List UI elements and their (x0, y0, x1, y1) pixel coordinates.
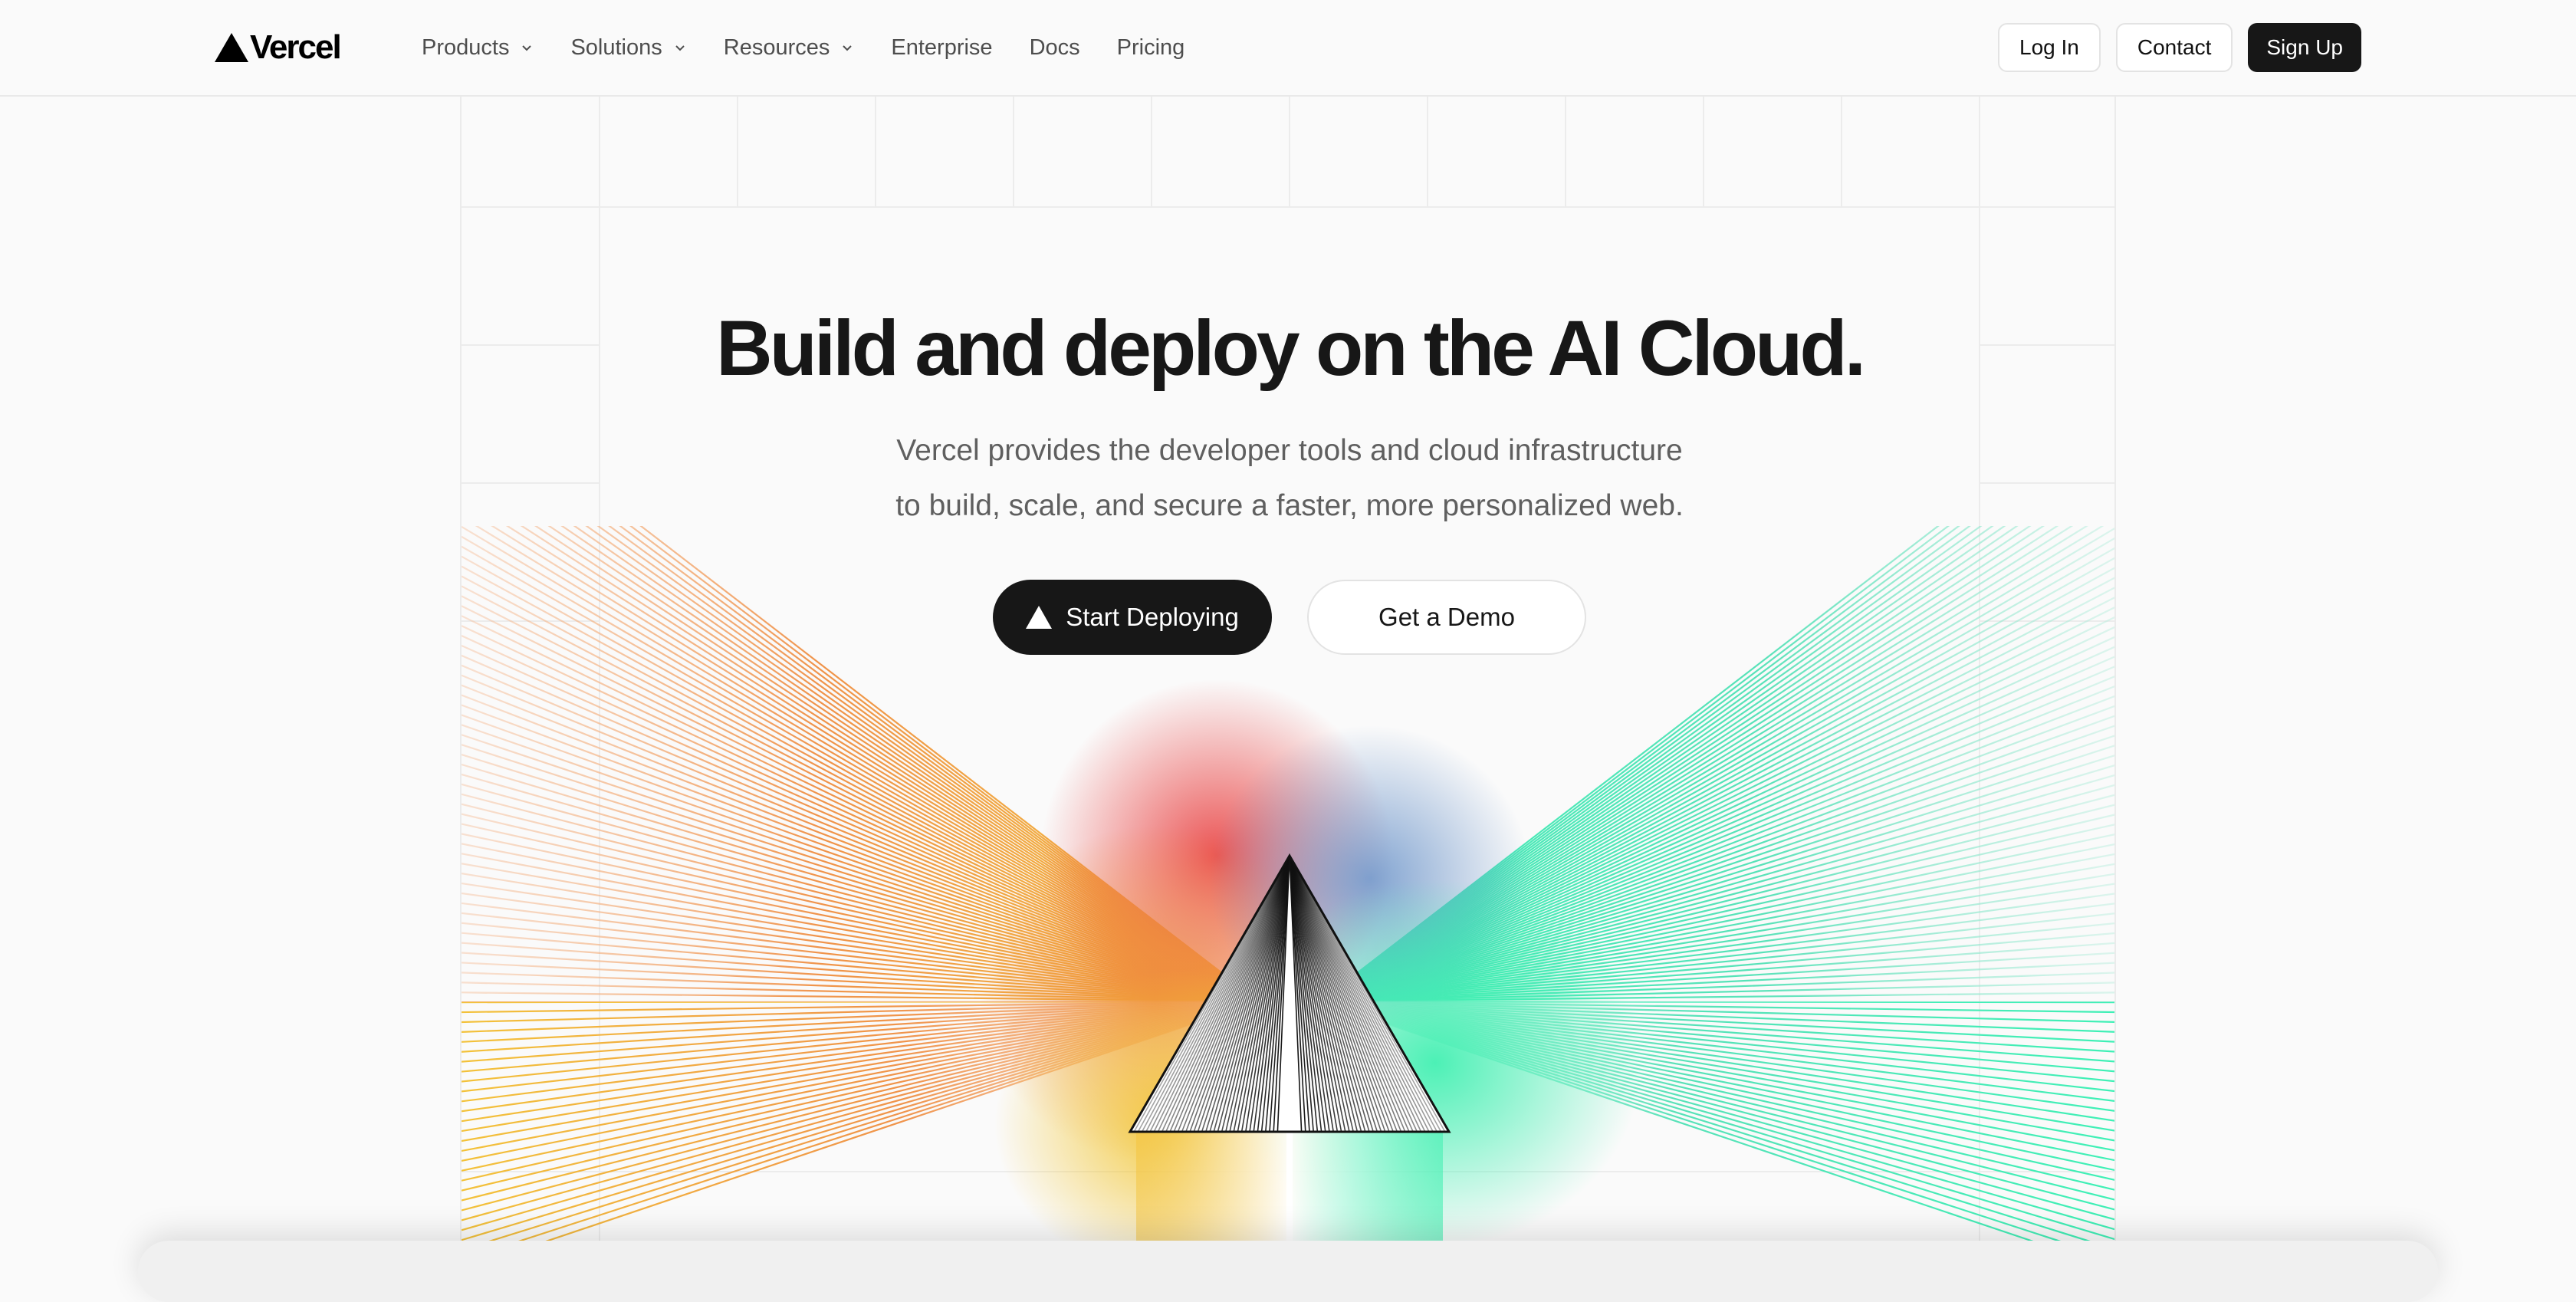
signup-button[interactable]: Sign Up (2248, 23, 2361, 72)
site-header: Vercel Products Solutions Resources Ente… (0, 0, 2576, 97)
nav-label: Products (422, 35, 510, 60)
start-deploying-label: Start Deploying (1066, 603, 1239, 631)
chevron-down-icon (843, 45, 853, 51)
nav-docs[interactable]: Docs (1030, 35, 1080, 61)
main-nav: Products Solutions Resources Enterprise … (422, 31, 1221, 64)
nav-label: Docs (1029, 35, 1080, 60)
logo-text: Vercel (250, 28, 342, 66)
header-actions: Log In Contact Sign Up (1983, 23, 2361, 72)
hero-subtitle-line-1: Vercel provides the developer tools and … (896, 434, 1683, 467)
nav-enterprise[interactable]: Enterprise (891, 35, 992, 61)
nav-pricing[interactable]: Pricing (1117, 35, 1185, 61)
vercel-logo[interactable]: Vercel (215, 28, 342, 66)
hero-title: Build and deploy on the AI Cloud. (715, 304, 1866, 392)
hero-subtitle-line-2: to build, scale, and secure a faster, mo… (895, 489, 1684, 522)
nav-label: Resources (723, 35, 830, 60)
nav-products[interactable]: Products (422, 35, 534, 61)
get-demo-button[interactable]: Get a Demo (1307, 580, 1586, 655)
start-deploying-button[interactable]: Start Deploying (993, 580, 1272, 655)
hero-cta-row: Start Deploying Get a Demo (462, 580, 2114, 655)
next-section-edge (138, 1241, 2438, 1302)
nav-label: Pricing (1116, 35, 1185, 60)
nav-label: Enterprise (891, 35, 993, 60)
chevron-down-icon (522, 45, 532, 51)
nav-label: Solutions (570, 35, 662, 60)
hero-section: Build and deploy on the AI Cloud. Vercel… (460, 97, 2116, 1268)
triangle-icon (1026, 606, 1053, 629)
vercel-triangle-icon (215, 33, 248, 62)
chevron-down-icon (675, 45, 685, 51)
contact-button[interactable]: Contact (2115, 23, 2233, 72)
nav-solutions[interactable]: Solutions (570, 35, 686, 61)
nav-resources[interactable]: Resources (724, 35, 855, 61)
login-button[interactable]: Log In (1998, 23, 2101, 72)
hero-subtitle: Vercel provides the developer tools and … (462, 423, 2114, 534)
